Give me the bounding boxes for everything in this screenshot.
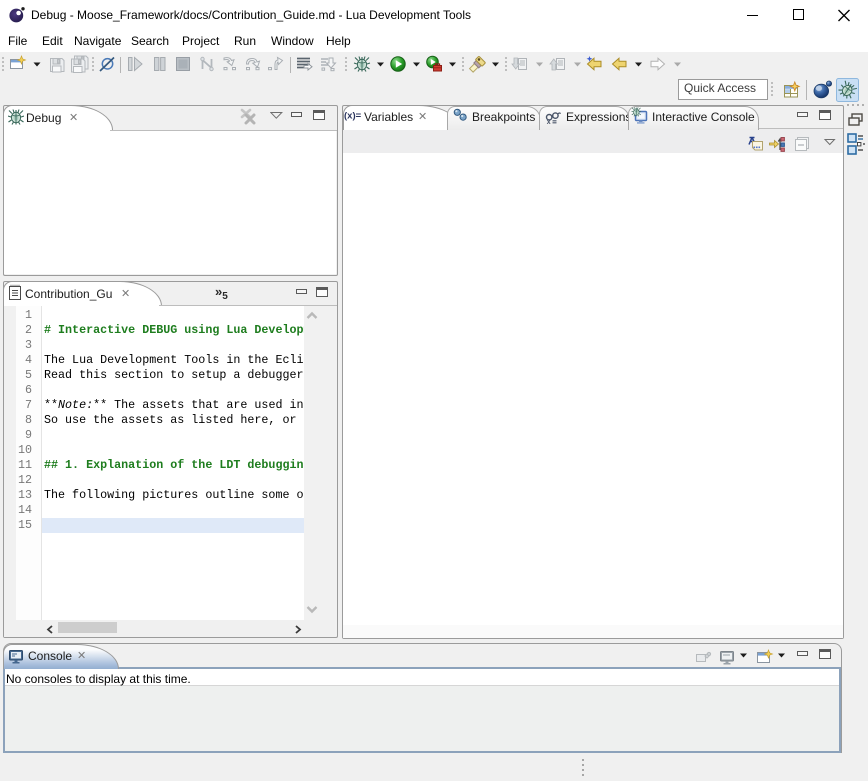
- svg-text:x: x: [547, 119, 551, 126]
- svg-text:(x)=: (x)=: [344, 111, 362, 122]
